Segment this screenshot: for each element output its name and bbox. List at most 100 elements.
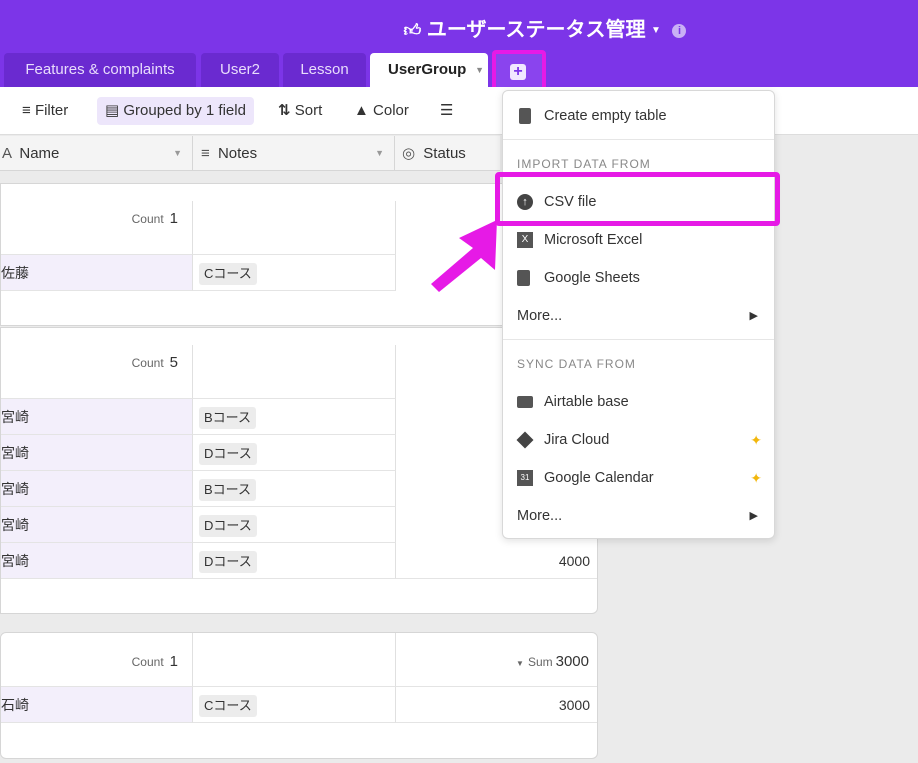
row-height-icon[interactable]: ☰: [440, 97, 453, 125]
chevron-down-icon: ▼: [516, 659, 524, 668]
calendar-icon: 31: [517, 470, 533, 486]
menu-item-label: Microsoft Excel: [544, 232, 643, 248]
tab-usergroup[interactable]: UserGroup ▼: [370, 53, 488, 87]
table-row-number[interactable]: 3000: [396, 687, 597, 723]
menu-item-label: Create empty table: [544, 108, 667, 124]
cell-text: 宮崎: [1, 445, 29, 461]
filter-icon: ≡: [22, 102, 31, 119]
note-tag: Dコース: [199, 443, 257, 465]
note-tag: Dコース: [199, 551, 257, 573]
sum-value: 3000: [555, 653, 589, 670]
table-row-name[interactable]: 宮崎: [1, 435, 193, 471]
menu-item-create-empty-table[interactable]: Create empty table: [503, 97, 774, 135]
table-row-notes[interactable]: Bコース: [193, 399, 396, 435]
column-header-name[interactable]: A Name ▼: [0, 136, 193, 171]
document-icon: [519, 108, 531, 124]
menu-item-import-more[interactable]: More... ▶: [503, 297, 774, 335]
sync-section-header: SYNC DATA FROM: [517, 357, 636, 371]
group-button[interactable]: ▤ Grouped by 1 field: [97, 97, 254, 125]
cell-text: 3000: [558, 697, 590, 713]
tab-features-complaints[interactable]: Features & complaints: [4, 53, 196, 87]
chevron-down-icon[interactable]: ▼: [173, 136, 182, 171]
sort-button[interactable]: ⇅ Sort: [278, 97, 322, 125]
table-row-notes[interactable]: Dコース: [193, 435, 396, 471]
menu-item-label: More...: [517, 508, 563, 524]
excel-icon: X: [517, 232, 533, 248]
text-field-icon: A: [2, 145, 12, 162]
chevron-right-icon: ▶: [749, 310, 758, 322]
note-tag: Bコース: [199, 407, 257, 429]
table-row-name[interactable]: 宮崎: [1, 543, 193, 579]
status-field-icon: ◎: [402, 145, 416, 162]
group-sum-cell[interactable]: ▼ Sum 3000: [396, 633, 597, 687]
menu-item-airtable-base[interactable]: Airtable base: [503, 383, 774, 421]
group-summary-cell: [193, 201, 396, 255]
menu-item-sync-more[interactable]: More... ▶: [503, 497, 774, 535]
table-row-notes[interactable]: Cコース: [193, 255, 396, 291]
cell-text: 宮崎: [1, 409, 29, 425]
paint-bucket-icon: ▲: [354, 102, 369, 119]
table-row-name[interactable]: 宮崎: [1, 471, 193, 507]
base-title[interactable]: 👍︎ ユーザーステータス管理 ▼ i: [0, 13, 918, 42]
table-row-name[interactable]: 宮崎: [1, 399, 193, 435]
cell-text: 石崎: [1, 697, 29, 713]
thumbs-up-icon: 👍︎: [403, 21, 422, 40]
column-header-status[interactable]: ◎ Status: [395, 136, 500, 171]
count-value: 5: [169, 354, 178, 371]
sort-label: Sort: [294, 102, 323, 119]
tab-label: Features & complaints: [25, 61, 175, 78]
tab-label: Lesson: [300, 61, 349, 78]
plus-icon: +: [510, 64, 526, 80]
info-icon[interactable]: i: [672, 24, 687, 38]
table-row-name[interactable]: 石崎: [1, 687, 193, 723]
group-label: Grouped by 1 field: [123, 102, 246, 119]
column-label: Notes: [217, 145, 258, 162]
cell-text: 宮崎: [1, 481, 29, 497]
tab-lesson[interactable]: Lesson: [283, 53, 366, 87]
menu-item-label: Airtable base: [544, 394, 629, 410]
cell-text: 宮崎: [1, 517, 29, 533]
menu-item-google-calendar[interactable]: 31 Google Calendar ✦: [503, 459, 774, 497]
sparkle-icon: ✦: [750, 470, 762, 486]
note-tag: Dコース: [199, 515, 257, 537]
menu-item-google-sheets[interactable]: Google Sheets: [503, 259, 774, 297]
count-label: Count: [131, 212, 164, 226]
highlight-box: [495, 172, 780, 226]
note-tag: Cコース: [199, 263, 257, 285]
table-row-name[interactable]: 佐藤: [1, 255, 193, 291]
sparkle-icon: ✦: [750, 432, 762, 448]
count-label: Count: [131, 655, 164, 669]
group-count-cell: Count 1: [1, 201, 193, 255]
filter-label: Filter: [34, 102, 69, 119]
menu-item-microsoft-excel[interactable]: X Microsoft Excel: [503, 221, 774, 259]
tab-label: UserGroup: [388, 61, 467, 78]
table-row-name[interactable]: 宮崎: [1, 507, 193, 543]
chevron-down-icon[interactable]: ▼: [475, 53, 484, 87]
divider: [503, 339, 774, 340]
menu-item-label: Google Sheets: [544, 270, 640, 286]
long-text-icon: ≡: [201, 145, 210, 162]
column-header-notes[interactable]: ≡ Notes ▼: [193, 136, 395, 171]
menu-item-jira-cloud[interactable]: Jira Cloud ✦: [503, 421, 774, 459]
table-row-notes[interactable]: Dコース: [193, 543, 396, 579]
filter-button[interactable]: ≡ Filter: [22, 97, 68, 125]
sort-icon: ⇅: [278, 102, 291, 119]
table-row-notes[interactable]: Bコース: [193, 471, 396, 507]
add-table-menu: Create empty table IMPORT DATA FROM ↑ CS…: [502, 90, 775, 539]
chevron-right-icon: ▶: [749, 510, 758, 522]
group-count: Count 1: [132, 633, 178, 691]
table-row-notes[interactable]: Cコース: [193, 687, 396, 723]
tab-user2[interactable]: User2: [201, 53, 279, 87]
arrow-annotation-icon: [431, 220, 497, 292]
count-value: 1: [169, 210, 178, 227]
divider: [503, 139, 774, 140]
chevron-down-icon[interactable]: ▼: [375, 136, 384, 171]
table-row-number[interactable]: 4000: [396, 543, 597, 579]
table-row-notes[interactable]: Dコース: [193, 507, 396, 543]
color-button[interactable]: ▲ Color: [354, 97, 409, 125]
jira-icon: [516, 431, 534, 449]
chevron-down-icon[interactable]: ▼: [651, 25, 661, 36]
column-label: Name: [19, 145, 60, 162]
record-group: Count 1 ▼ Sum 3000 石崎 Cコース 3000: [0, 632, 598, 759]
group-summary-cell: [193, 633, 396, 687]
